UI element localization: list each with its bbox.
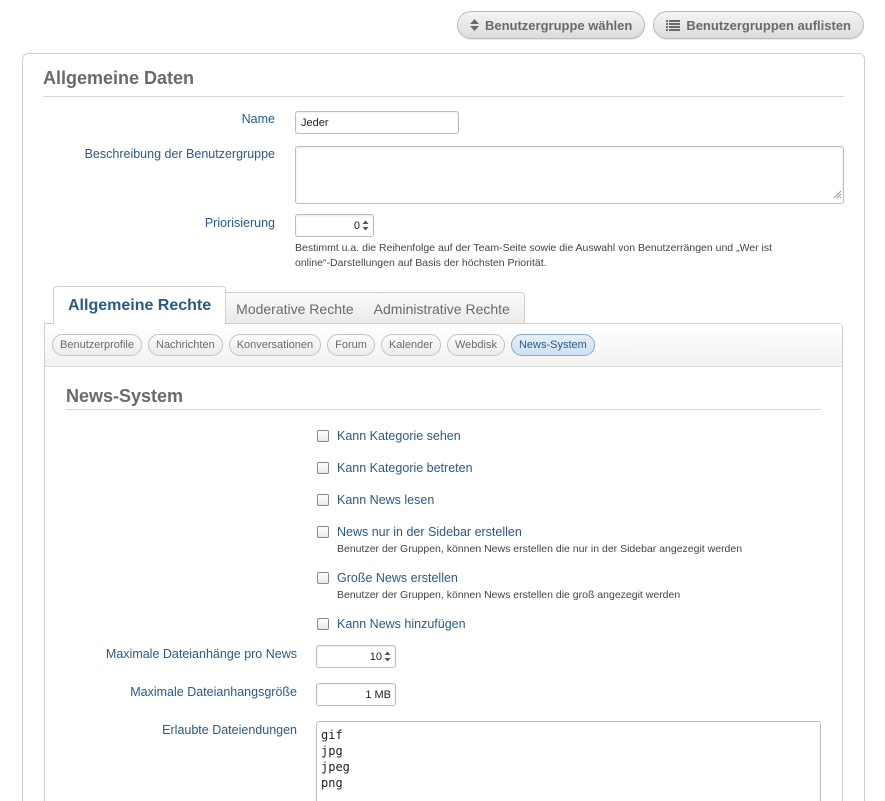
sidebar-news-desc: Benutzer der Gruppen, können News erstel… xyxy=(337,543,743,555)
option-enter-category[interactable]: Kann Kategorie betreten xyxy=(317,461,473,475)
sidebar-news-label: News nur in der Sidebar erstellen xyxy=(337,525,522,539)
option-big-news[interactable]: Große News erstellen xyxy=(317,571,458,585)
read-news-label: Kann News lesen xyxy=(337,493,435,507)
enter-category-label: Kann Kategorie betreten xyxy=(337,461,473,475)
add-news-checkbox[interactable] xyxy=(317,618,329,630)
subtab-bar: Benutzerprofile Nachrichten Konversation… xyxy=(45,324,842,367)
choose-group-button[interactable]: Benutzergruppe wählen xyxy=(456,11,646,39)
max-size-value: 1 MB xyxy=(365,688,391,701)
enter-category-checkbox[interactable] xyxy=(317,462,329,474)
priority-label: Priorisierung xyxy=(204,216,275,230)
big-news-checkbox[interactable] xyxy=(317,572,329,584)
max-size-input[interactable]: 1 MB xyxy=(316,683,396,706)
tab-general-rights-label: Allgemeine Rechte xyxy=(68,296,212,314)
name-label: Name xyxy=(241,112,275,126)
subtab-calendar[interactable]: Kalender xyxy=(380,334,441,356)
priority-help-line2: online“-Darstellungen auf Basis der höch… xyxy=(295,257,547,269)
list-groups-label: Benutzergruppen auflisten xyxy=(686,17,851,33)
section-divider xyxy=(43,96,844,97)
stepper-arrows-icon[interactable] xyxy=(362,220,369,231)
news-system-title: News-System xyxy=(66,386,184,406)
option-sidebar-news[interactable]: News nur in der Sidebar erstellen xyxy=(317,525,522,539)
read-news-checkbox[interactable] xyxy=(317,494,329,506)
news-divider xyxy=(66,409,821,410)
max-attachments-label: Maximale Dateianhänge pro News xyxy=(105,647,297,661)
list-groups-button[interactable]: Benutzergruppen auflisten xyxy=(653,11,864,39)
tab-administrative-rights[interactable]: Administrative Rechte xyxy=(374,301,510,317)
general-data-title: Allgemeine Daten xyxy=(43,68,195,88)
extensions-textarea[interactable]: gif jpg jpeg png xyxy=(316,721,821,801)
option-read-news[interactable]: Kann News lesen xyxy=(317,493,434,507)
subtab-user-profiles[interactable]: Benutzerprofile xyxy=(52,334,142,356)
priority-stepper[interactable]: 0 xyxy=(295,214,374,237)
option-view-category[interactable]: Kann Kategorie sehen xyxy=(317,429,461,443)
option-add-news[interactable]: Kann News hinzufügen xyxy=(317,617,466,631)
subtab-conversations[interactable]: Konversationen xyxy=(228,334,322,356)
view-category-checkbox[interactable] xyxy=(317,430,329,442)
top-toolbar: Benutzergruppe wählen Benutzergruppen au… xyxy=(456,11,864,39)
priority-help-line1: Bestimmt u.a. die Reihenfolge auf der Te… xyxy=(295,242,773,254)
big-news-desc: Benutzer der Gruppen, können News erstel… xyxy=(337,589,681,601)
priority-help: Bestimmt u.a. die Reihenfolge auf der Te… xyxy=(295,241,845,271)
tab-panel: Benutzerprofile Nachrichten Konversation… xyxy=(44,323,843,801)
list-icon xyxy=(666,19,681,31)
extension-line: jpg xyxy=(321,744,343,758)
tab-group: Moderative Rechte Administrative Rechte xyxy=(226,292,525,324)
big-news-label: Große News erstellen xyxy=(337,571,458,585)
stepper-arrows-icon[interactable] xyxy=(384,651,391,662)
extension-line: gif xyxy=(321,728,343,742)
permission-tabs: Allgemeine Rechte Moderative Rechte Admi… xyxy=(53,286,525,324)
max-attachments-stepper[interactable]: 10 xyxy=(316,645,396,668)
name-input[interactable]: Jeder xyxy=(295,111,459,134)
subtab-webdisk[interactable]: Webdisk xyxy=(446,334,505,356)
choose-group-label: Benutzergruppe wählen xyxy=(484,17,633,33)
group-form-container: Allgemeine Daten Name Jeder Beschreibung… xyxy=(22,53,865,801)
max-size-label: Maximale Dateianhangsgröße xyxy=(130,685,297,699)
description-textarea[interactable] xyxy=(295,146,844,204)
sidebar-news-checkbox[interactable] xyxy=(317,526,329,538)
resize-grip-icon[interactable] xyxy=(833,188,842,202)
add-news-label: Kann News hinzufügen xyxy=(337,617,466,631)
extensions-label: Erlaubte Dateiendungen xyxy=(162,723,297,737)
priority-value: 0 xyxy=(353,219,360,232)
sort-arrows-icon xyxy=(469,19,479,31)
name-input-value: Jeder xyxy=(301,116,329,129)
tab-moderative-rights[interactable]: Moderative Rechte xyxy=(236,301,354,317)
extension-line: jpeg xyxy=(321,760,350,774)
tab-general-rights[interactable]: Allgemeine Rechte xyxy=(53,286,227,324)
subtab-messages[interactable]: Nachrichten xyxy=(148,334,223,356)
view-category-label: Kann Kategorie sehen xyxy=(337,429,461,443)
subtab-news-system[interactable]: News-System xyxy=(510,334,595,356)
description-label: Beschreibung der Benutzergruppe xyxy=(84,147,275,161)
extension-line: png xyxy=(321,776,343,790)
max-attachments-value: 10 xyxy=(369,650,382,663)
subtab-forum[interactable]: Forum xyxy=(327,334,375,356)
